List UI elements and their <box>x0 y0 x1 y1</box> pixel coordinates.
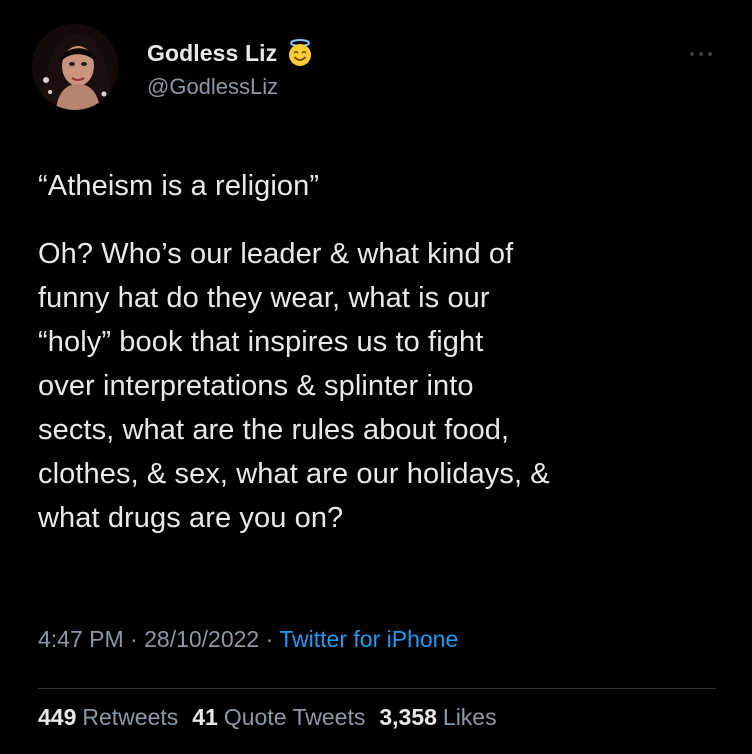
likes-count: 3,358 <box>379 704 437 730</box>
meta-separator: · <box>130 626 138 652</box>
retweets-label: Retweets <box>82 704 179 730</box>
tweet-line: “holy” book that inspires us to fight <box>38 326 484 358</box>
tweet-line: Oh? Who’s our leader & what kind of <box>38 238 514 270</box>
tweet-line: clothes, & sex, what are our holidays, & <box>38 458 550 490</box>
tweet-line: “Atheism is a religion” <box>38 170 320 202</box>
quote-tweets-stat[interactable]: 41 Quote Tweets <box>192 704 365 731</box>
tweet-time[interactable]: 4:47 PM <box>38 626 124 652</box>
display-name-row: Godless Liz <box>147 38 315 68</box>
tweet-date[interactable]: 28/10/2022 <box>144 626 259 652</box>
avatar[interactable] <box>32 24 118 110</box>
tweet-source-link[interactable]: Twitter for iPhone <box>279 626 458 652</box>
likes-stat[interactable]: 3,358 Likes <box>379 704 496 731</box>
tweet-header: Godless Liz @GodlessLiz <box>32 24 722 114</box>
retweets-count: 449 <box>38 704 77 730</box>
retweets-stat[interactable]: 449 Retweets <box>38 704 178 731</box>
tweet-meta: 4:47 PM · 28/10/2022 · Twitter for iPhon… <box>38 626 458 653</box>
likes-label: Likes <box>442 704 497 730</box>
author-handle[interactable]: @GodlessLiz <box>147 74 315 100</box>
tweet-line: funny hat do they wear, what is our <box>38 282 490 314</box>
tweet-line: over interpretations & splinter into <box>38 370 474 402</box>
author-display-name[interactable]: Godless Liz <box>147 40 277 67</box>
tweet-line: sects, what are the rules about food, <box>38 414 510 446</box>
tweet-text: “Atheism is a religion” Oh? Who’s our le… <box>38 164 728 540</box>
author-names: Godless Liz @GodlessLiz <box>147 38 315 100</box>
meta-separator: · <box>265 626 274 652</box>
quote-tweets-label: Quote Tweets <box>223 704 366 730</box>
avatar-photo-icon <box>32 24 118 110</box>
tweet-stats: 449 Retweets 41 Quote Tweets 3,358 Likes <box>38 704 497 731</box>
more-horizontal-icon[interactable] <box>688 46 714 56</box>
smiling-face-with-halo-icon <box>285 38 315 68</box>
divider <box>38 688 716 689</box>
tweet-line: what drugs are you on? <box>38 502 344 534</box>
quote-tweets-count: 41 <box>192 704 218 730</box>
